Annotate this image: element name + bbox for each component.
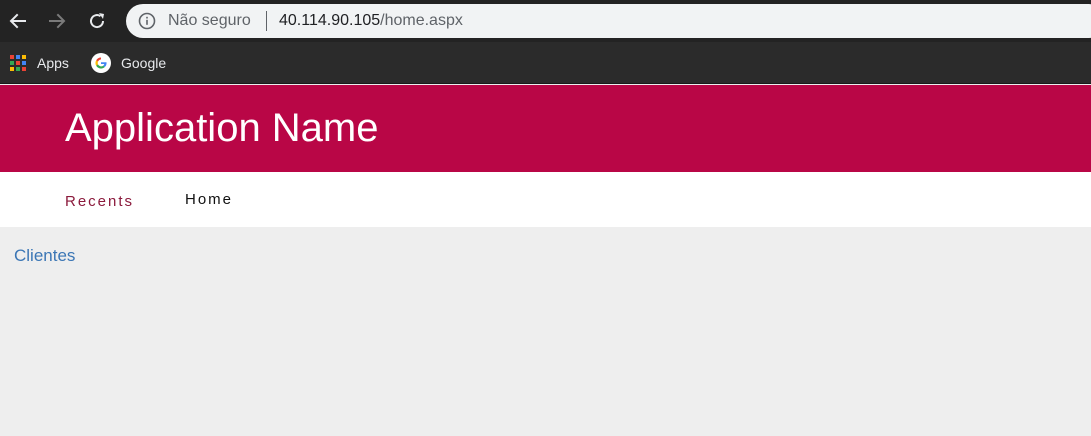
bookmark-apps[interactable]: Apps [9,50,69,76]
nav-item-home[interactable]: Home [185,191,233,208]
bookmark-label: Google [121,55,167,71]
info-circle-icon[interactable] [138,12,156,30]
clientes-link[interactable]: Clientes [14,246,75,266]
google-logo-icon [91,53,111,73]
url-path: /home.aspx [380,12,463,29]
reload-icon [90,13,105,29]
forward-button[interactable] [44,8,70,34]
apps-grid-icon [9,54,27,72]
url-text[interactable]: 40.114.90.105/home.aspx [279,12,463,30]
security-label[interactable]: Não seguro [168,12,251,30]
app-title[interactable]: Application Name [65,104,379,152]
app-header: Application Name [0,85,1091,172]
nav-item-recents[interactable]: Recents [65,193,134,210]
omnibox-separator [266,11,267,31]
arrow-right-icon [49,13,66,29]
reload-button[interactable] [84,8,110,34]
back-button[interactable] [5,8,31,34]
bookmark-google[interactable]: Google [91,50,166,76]
main-navbar: Recents Home [0,172,1091,227]
address-bar[interactable]: Não seguro 40.114.90.105/home.aspx [126,4,1091,38]
browser-toolbar: Não seguro 40.114.90.105/home.aspx [0,0,1091,42]
arrow-left-icon [9,13,26,29]
main-content: Clientes [0,227,1091,436]
url-host: 40.114.90.105 [279,12,381,29]
bookmarks-bar: Apps Google [0,42,1091,84]
bookmark-label: Apps [37,55,69,71]
